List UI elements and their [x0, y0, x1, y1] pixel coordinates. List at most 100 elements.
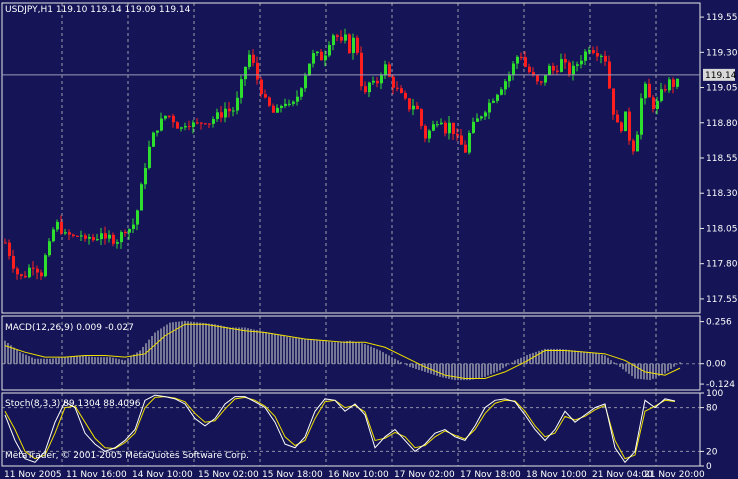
candle-body: [68, 232, 71, 235]
time-label: 21 Nov 20:00: [644, 470, 705, 479]
candle-body: [292, 101, 295, 104]
copyright-text: MetaTrader, © 2001-2005 MetaQuotes Softw…: [5, 451, 249, 461]
candle-body: [668, 79, 671, 91]
candle-body: [24, 275, 27, 278]
current-price-label: 119.14: [705, 71, 737, 81]
candle-body: [96, 239, 99, 241]
candle-body: [464, 144, 467, 153]
time-axis: 11 Nov 2005 11 Nov 16:00 14 Nov 10:00 15 No…: [4, 470, 705, 479]
candle-body: [52, 229, 55, 242]
candle-body: [460, 135, 463, 145]
candle-body: [224, 108, 227, 118]
candle-body: [16, 268, 19, 275]
candle-body: [628, 111, 631, 141]
candle-body: [320, 51, 323, 61]
candle-body: [312, 53, 315, 64]
candle-body: [568, 62, 571, 75]
macd-title: MACD(12,26,9) 0.009 -0.027: [5, 323, 134, 333]
candle-body: [316, 51, 319, 54]
candle-body: [376, 80, 379, 84]
time-label: 16 Nov 10:00: [328, 470, 389, 479]
candle-body: [156, 130, 159, 133]
candle-body: [348, 34, 351, 53]
candle-body: [656, 100, 659, 109]
candle-body: [600, 55, 603, 57]
candle-body: [76, 235, 79, 237]
price-tick-label: 119.05: [706, 84, 738, 94]
candle-body: [64, 232, 67, 234]
candle-body: [644, 83, 647, 99]
candle-body: [36, 268, 39, 273]
candle-body: [236, 97, 239, 111]
candle-body: [220, 112, 223, 118]
candle-body: [108, 234, 111, 239]
stoch-tick-label: 20: [706, 447, 718, 457]
time-label: 14 Nov 10:00: [132, 470, 193, 479]
candle-body: [176, 122, 179, 129]
candle-body: [504, 81, 507, 90]
macd-tick-label: 0.00: [706, 360, 726, 370]
candle-body: [488, 102, 491, 113]
macd-tick-label: 0.256: [706, 318, 732, 328]
candle-body: [196, 122, 199, 124]
candle-body: [404, 92, 407, 99]
candle-body: [412, 105, 415, 110]
candle-body: [368, 82, 371, 93]
candle-body: [552, 65, 555, 71]
candle-body: [280, 105, 283, 108]
candle-body: [636, 134, 639, 152]
time-label: 11 Nov 2005: [4, 470, 62, 479]
price-tick-label: 118.55: [706, 154, 738, 164]
time-label: 17 Nov 18:00: [460, 470, 521, 479]
candle-body: [528, 66, 531, 73]
candle-body: [676, 78, 679, 87]
candle-body: [544, 75, 547, 83]
candle-body: [240, 79, 243, 98]
candle-body: [8, 242, 11, 256]
candle-body: [288, 103, 291, 105]
candle-body: [400, 88, 403, 93]
candle-body: [420, 109, 423, 126]
candle-body: [88, 236, 91, 239]
candle-body: [500, 89, 503, 95]
candle-body: [364, 86, 367, 93]
candle-body: [204, 123, 207, 125]
stoch-tick-label: 0: [706, 462, 712, 472]
candle-body: [456, 134, 459, 136]
candle-body: [536, 75, 539, 82]
candle-body: [336, 35, 339, 37]
candle-body: [84, 235, 87, 239]
candle-body: [328, 45, 331, 56]
price-tick-label: 118.30: [706, 189, 738, 199]
candle-body: [12, 255, 15, 269]
candle-body: [212, 119, 215, 124]
candle-body: [356, 37, 359, 53]
candle-body: [576, 64, 579, 66]
candle-body: [352, 37, 355, 53]
candle-body: [624, 111, 627, 132]
candle-body: [144, 167, 147, 185]
candle-body: [564, 59, 567, 63]
time-label: 11 Nov 16:00: [66, 470, 127, 479]
candle-body: [384, 64, 387, 76]
trading-chart[interactable]: 119.55 119.30 119.05 118.80 118.55 118.30 118.…: [0, 0, 738, 479]
candle-body: [588, 50, 591, 52]
candle-body: [120, 232, 123, 243]
candle-body: [208, 123, 211, 125]
candle-body: [152, 132, 155, 147]
candle-body: [428, 130, 431, 139]
candle-body: [116, 242, 119, 244]
price-tick-label: 119.55: [706, 13, 738, 23]
candle-body: [632, 140, 635, 152]
candle-body: [620, 122, 623, 132]
candle-body: [252, 54, 255, 63]
candle-body: [160, 118, 163, 131]
candle-body: [652, 97, 655, 109]
candle-body: [324, 55, 327, 61]
candle-body: [672, 79, 675, 87]
candle-body: [172, 115, 175, 123]
candle-body: [148, 146, 151, 168]
candle-body: [580, 60, 583, 65]
candle-body: [268, 97, 271, 106]
candle-body: [424, 125, 427, 139]
